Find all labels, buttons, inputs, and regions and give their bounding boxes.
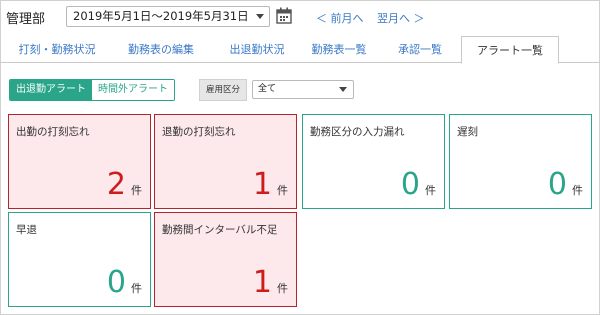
card-title: 勤務間インターバル不足: [162, 224, 278, 236]
chevron-down-icon: [256, 14, 264, 19]
card-title: 出勤の打刻忘れ: [16, 126, 90, 138]
chevron-down-icon: [339, 87, 347, 92]
card-title: 早退: [16, 224, 37, 236]
card-unit: 件: [131, 282, 142, 295]
card-count: 2: [106, 167, 126, 202]
card-title: 遅刻: [457, 126, 478, 138]
top-bar: 管理部 2019年5月1日～2019年5月31日 ＜ 前月へ 翌月へ ＞: [0, 0, 600, 34]
period-select[interactable]: 2019年5月1日～2019年5月31日: [66, 6, 270, 27]
tab-approval-list[interactable]: 承認一覧: [380, 36, 460, 63]
card-unit: 件: [277, 184, 288, 197]
card-unit: 件: [572, 184, 583, 197]
card-title: 勤務区分の入力漏れ: [310, 126, 405, 138]
alert-card-insufficient-interval[interactable]: 勤務間インターバル不足 1 件: [154, 212, 297, 307]
card-unit: 件: [277, 282, 288, 295]
alert-type-toggle: 出退勤アラート 時間外アラート: [9, 79, 175, 101]
overtime-alert-button[interactable]: 時間外アラート: [92, 80, 174, 100]
card-count: 0: [547, 167, 567, 202]
employment-type-value: 全て: [258, 84, 277, 94]
card-unit: 件: [131, 184, 142, 197]
calendar-icon[interactable]: [276, 7, 292, 24]
card-count: 0: [106, 265, 126, 300]
card-count: 1: [252, 265, 272, 300]
department-name: 管理部: [6, 12, 46, 27]
alert-card-early-leave[interactable]: 早退 0 件: [8, 212, 151, 307]
attendance-alert-button[interactable]: 出退勤アラート: [10, 80, 92, 100]
card-count: 1: [252, 167, 272, 202]
tab-timesheet-list[interactable]: 勤務表一覧: [302, 36, 376, 63]
employment-type-label: 雇用区分: [199, 79, 247, 101]
alert-card-missing-work-type[interactable]: 勤務区分の入力漏れ 0 件: [302, 114, 445, 209]
alert-card-missed-clock-out[interactable]: 退勤の打刻忘れ 1 件: [154, 114, 297, 209]
card-count: 0: [400, 167, 420, 202]
card-unit: 件: [425, 184, 436, 197]
tab-edit-timesheet[interactable]: 勤務表の編集: [112, 36, 210, 63]
tab-attendance-status[interactable]: 出退勤状況: [214, 36, 300, 63]
prev-month-link[interactable]: ＜ 前月へ: [316, 10, 364, 26]
card-title: 退勤の打刻忘れ: [162, 126, 236, 138]
tab-bar: 打刻・勤務状況 勤務表の編集 出退勤状況 勤務表一覧 承認一覧 アラート一覧: [0, 36, 600, 64]
tab-punch-status[interactable]: 打刻・勤務状況: [6, 36, 108, 63]
employment-type-select[interactable]: 全て: [252, 80, 354, 99]
alert-card-late[interactable]: 遅刻 0 件: [449, 114, 592, 209]
alert-card-missed-clock-in[interactable]: 出勤の打刻忘れ 2 件: [8, 114, 151, 209]
period-value: 2019年5月1日～2019年5月31日: [73, 9, 249, 23]
next-month-link[interactable]: 翌月へ ＞: [377, 10, 425, 26]
tab-alert-list[interactable]: アラート一覧: [461, 36, 559, 64]
